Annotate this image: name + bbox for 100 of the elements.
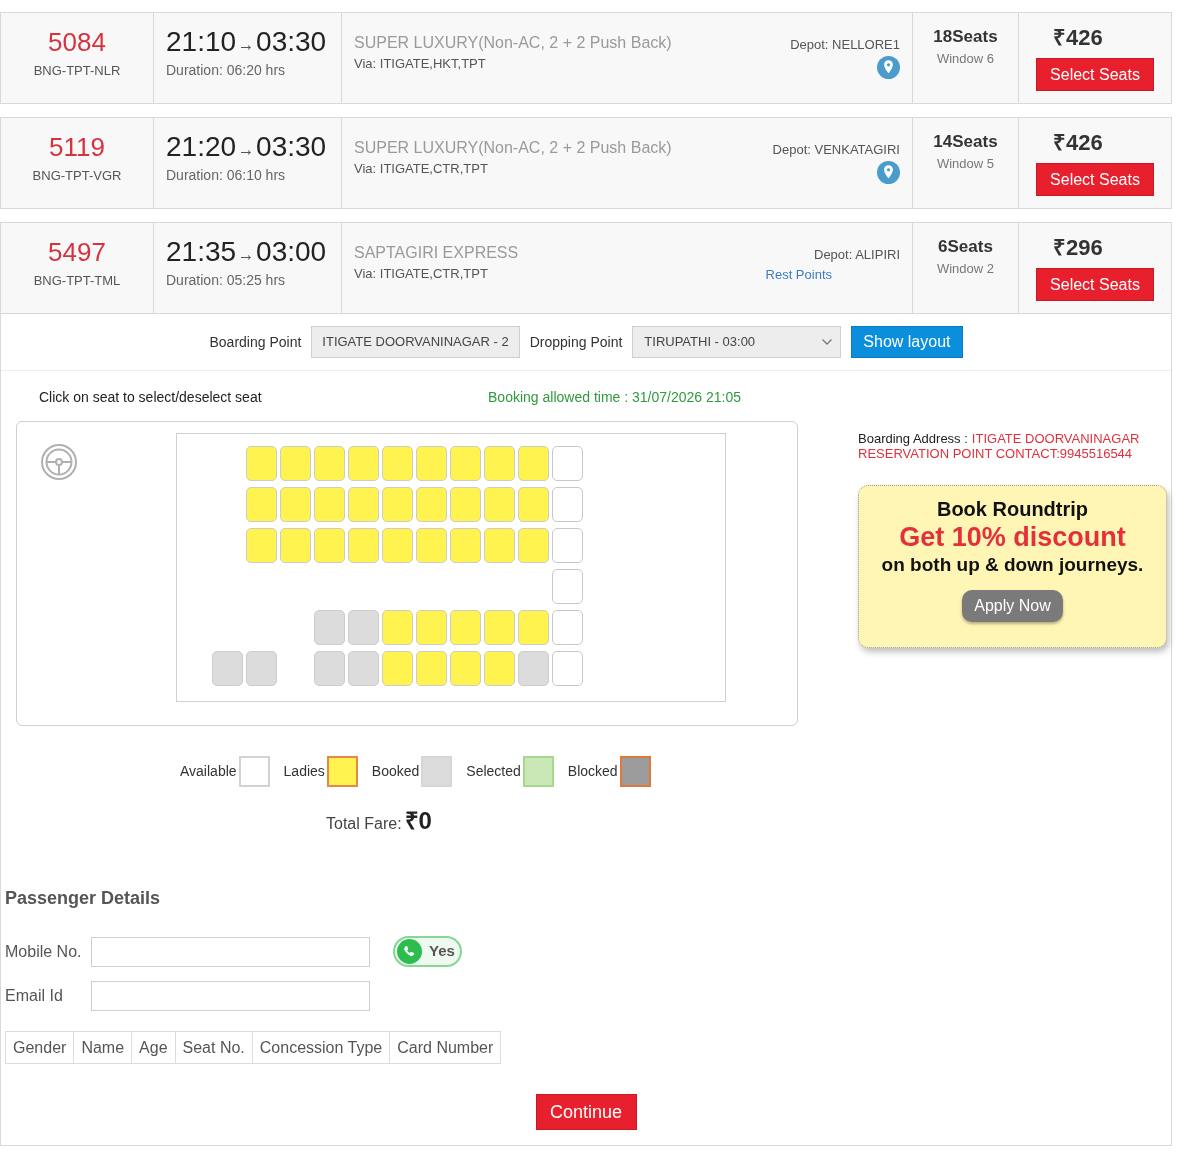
continue-button[interactable]: Continue — [535, 1094, 637, 1130]
seat[interactable] — [314, 610, 345, 645]
boarding-point-select[interactable]: ITIGATE DOORVANINAGAR - 2 — [311, 326, 520, 358]
seat[interactable] — [314, 446, 345, 481]
seat[interactable] — [382, 487, 413, 522]
route-code: BNG-TPT-TML — [33, 273, 121, 289]
map-pin-icon[interactable] — [877, 56, 900, 79]
seat[interactable] — [382, 651, 413, 686]
seat[interactable] — [314, 487, 345, 522]
column-header: Card Number — [389, 1031, 501, 1064]
seat-swatch-icon — [619, 756, 651, 787]
seat[interactable] — [552, 569, 583, 604]
map-pin-icon[interactable] — [877, 161, 900, 184]
seat[interactable] — [348, 610, 379, 645]
show-layout-button[interactable]: Show layout — [851, 326, 963, 358]
seat[interactable] — [348, 651, 379, 686]
seat-count: 6Seats — [938, 236, 993, 258]
seat[interactable] — [552, 610, 583, 645]
seat[interactable] — [246, 528, 277, 563]
window-count: Window 2 — [936, 261, 995, 277]
duration-text: Duration: 06:10 hrs — [166, 167, 287, 184]
duration-text: Duration: 06:20 hrs — [166, 62, 287, 79]
input-field[interactable] — [91, 981, 370, 1011]
dropping-point-select[interactable]: TIRUPATHI - 03:00 — [632, 326, 842, 358]
seat[interactable] — [552, 446, 583, 481]
seat[interactable] — [212, 651, 243, 686]
window-count: Window 5 — [936, 156, 995, 172]
seat[interactable] — [348, 528, 379, 563]
seat[interactable] — [450, 487, 481, 522]
input-field[interactable] — [91, 936, 370, 967]
service-name: SUPER LUXURY(Non-AC, 2 + 2 Push Back) — [354, 138, 672, 158]
seat[interactable] — [518, 651, 549, 686]
route-code: BNG-TPT-VGR — [32, 168, 122, 184]
seat[interactable] — [518, 610, 549, 645]
seat[interactable] — [450, 528, 481, 563]
seat[interactable] — [280, 446, 311, 481]
boarding-address-label: Boarding Address : — [858, 431, 968, 446]
departure-time: 21:35 — [166, 236, 237, 268]
seat[interactable] — [382, 528, 413, 563]
seat[interactable] — [348, 487, 379, 522]
select-seats-button[interactable]: Select Seats — [1036, 268, 1154, 301]
seat[interactable] — [484, 487, 515, 522]
seat[interactable] — [450, 610, 481, 645]
seat[interactable] — [382, 446, 413, 481]
depot-text: Depot: VENKATAGIRI — [772, 142, 900, 158]
via-text: Via: ITIGATE,HKT,TPT — [354, 56, 487, 72]
rest-points-link[interactable]: Rest Points — [765, 267, 832, 283]
seat[interactable] — [552, 651, 583, 686]
seat[interactable] — [416, 528, 447, 563]
seat[interactable] — [416, 487, 447, 522]
legend-label: Available — [180, 762, 237, 781]
seat[interactable] — [552, 528, 583, 563]
legend-label: Ladies — [283, 762, 325, 781]
seat[interactable] — [450, 446, 481, 481]
instruction-text: Click on seat to select/deselect seat — [39, 388, 262, 406]
booking-time-text: Booking allowed time : 31/07/2026 21:05 — [488, 388, 741, 406]
select-seats-button[interactable]: Select Seats — [1036, 58, 1154, 91]
seat[interactable] — [484, 610, 515, 645]
arrow-icon — [241, 255, 252, 260]
bus-number: 5497 — [48, 236, 106, 268]
seat[interactable] — [382, 610, 413, 645]
seat[interactable] — [280, 528, 311, 563]
select-seats-button[interactable]: Select Seats — [1036, 163, 1154, 196]
seat-swatch-icon — [421, 756, 453, 787]
field-label: Mobile No. — [5, 941, 83, 962]
seat[interactable] — [484, 651, 515, 686]
seat[interactable] — [484, 446, 515, 481]
seat-swatch-icon — [326, 756, 358, 787]
seat[interactable] — [484, 528, 515, 563]
seat-count: 14Seats — [933, 131, 998, 153]
boarding-address-text: ITIGATE DOORVANINAGAR — [971, 431, 1140, 446]
seat[interactable] — [280, 487, 311, 522]
seat[interactable] — [518, 446, 549, 481]
seat[interactable] — [518, 528, 549, 563]
seat-count: 18Seats — [933, 26, 998, 48]
via-text: Via: ITIGATE,CTR,TPT — [354, 161, 489, 177]
seat[interactable] — [348, 446, 379, 481]
seat[interactable] — [246, 487, 277, 522]
seat[interactable] — [416, 446, 447, 481]
field-label: Email Id — [5, 986, 64, 1006]
legend-label: Blocked — [567, 762, 618, 781]
seat[interactable] — [314, 528, 345, 563]
apply-now-button[interactable]: Apply Now — [962, 590, 1063, 622]
seat[interactable] — [416, 651, 447, 686]
arrival-time: 03:30 — [256, 131, 327, 163]
seat[interactable] — [518, 487, 549, 522]
legend-label: Selected — [466, 762, 521, 781]
whatsapp-opt-in-button[interactable]: Yes — [393, 936, 462, 967]
column-header: Seat No. — [175, 1031, 253, 1064]
seat[interactable] — [552, 487, 583, 522]
seat[interactable] — [450, 651, 481, 686]
seat[interactable] — [416, 610, 447, 645]
promo-title: Book Roundtrip — [936, 497, 1089, 521]
seat[interactable] — [246, 651, 277, 686]
fare-price: ₹426 — [1053, 24, 1104, 52]
seat[interactable] — [314, 651, 345, 686]
window-count: Window 6 — [936, 51, 995, 67]
fare-price: ₹296 — [1053, 234, 1104, 262]
seat-swatch-icon — [238, 756, 270, 787]
seat[interactable] — [246, 446, 277, 481]
